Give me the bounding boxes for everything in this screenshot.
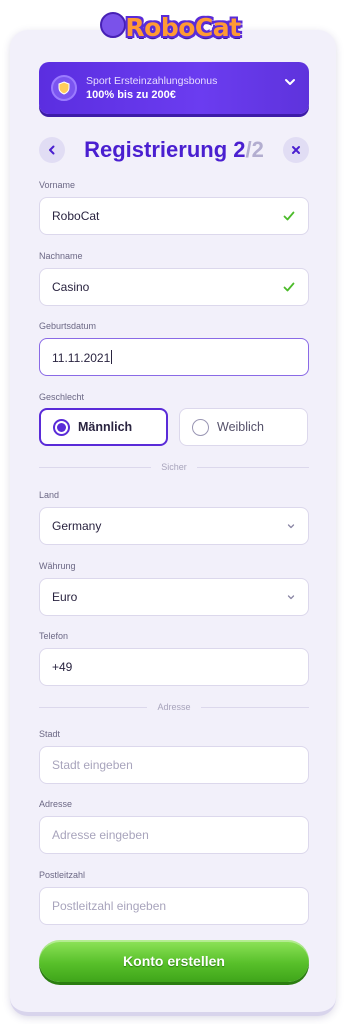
birthdate-label: Geburtsdatum — [39, 321, 97, 331]
step-header: Registrierung 2/2 — [39, 136, 309, 164]
gender-label: Geschlecht — [39, 392, 85, 402]
address-divider: Adresse — [39, 701, 309, 713]
chevron-down-icon[interactable] — [283, 75, 297, 89]
first-name-label: Vorname — [39, 180, 76, 190]
create-account-button[interactable]: Konto erstellen — [39, 940, 309, 982]
gender-female-label: Weiblich — [217, 420, 265, 434]
gender-female-option[interactable]: Weiblich — [179, 408, 308, 446]
city-placeholder: Stadt eingeben — [52, 758, 133, 772]
secure-divider-label: Sicher — [161, 462, 187, 472]
currency-value: Euro — [52, 590, 78, 604]
country-value: Germany — [52, 519, 102, 533]
zip-label: Postleitzahl — [39, 870, 86, 880]
secure-divider: Sicher — [39, 461, 310, 473]
last-name-label: Nachname — [39, 251, 83, 261]
robot-icon — [100, 12, 126, 38]
gender-male-option[interactable]: Männlich — [39, 408, 168, 446]
address-placeholder: Adresse eingeben — [52, 828, 149, 842]
radio-selected-icon — [53, 418, 70, 436]
address-label: Adresse — [39, 799, 73, 809]
close-button[interactable] — [283, 137, 309, 163]
text-cursor — [111, 349, 113, 364]
check-icon — [283, 211, 295, 221]
first-name-field[interactable]: RoboCat — [39, 197, 309, 235]
city-field[interactable]: Stadt eingeben — [39, 746, 309, 784]
gender-male-label: Männlich — [78, 420, 133, 434]
address-divider-label: Adresse — [157, 702, 191, 712]
phone-value: +49 — [52, 660, 73, 674]
shield-icon — [51, 75, 77, 101]
currency-label: Währung — [39, 561, 76, 571]
country-label: Land — [39, 490, 60, 500]
birthdate-field[interactable]: 11.11.2021 — [39, 338, 309, 376]
bonus-title: Sport Ersteinzahlungsbonus — [86, 75, 218, 87]
phone-label: Telefon — [39, 631, 69, 641]
page-title-total: /2 — [245, 137, 264, 162]
robocat-logo: RoboCat — [92, 4, 256, 50]
page-title: Registrierung 2/2 — [39, 136, 309, 164]
bonus-amount: 100% bis zu 200€ — [86, 89, 176, 101]
logo-text: RoboCat — [125, 12, 241, 42]
page-title-step: Registrierung 2 — [84, 137, 246, 162]
radio-unselected-icon — [192, 418, 209, 436]
city-label: Stadt — [39, 729, 61, 739]
phone-field[interactable]: +49 — [39, 648, 309, 686]
address-field[interactable]: Adresse eingeben — [39, 816, 309, 854]
zip-field[interactable]: Postleitzahl eingeben — [39, 887, 309, 925]
currency-select[interactable]: Euro — [39, 578, 309, 616]
chevron-down-icon — [287, 524, 295, 529]
last-name-field[interactable]: Casino — [39, 268, 309, 306]
close-icon — [292, 146, 300, 154]
country-select[interactable]: Germany — [39, 507, 309, 545]
bonus-banner[interactable]: Sport Ersteinzahlungsbonus 100% bis zu 2… — [39, 62, 309, 114]
last-name-value: Casino — [52, 280, 90, 294]
first-name-value: RoboCat — [52, 209, 100, 223]
zip-placeholder: Postleitzahl eingeben — [52, 899, 167, 913]
check-icon — [283, 282, 295, 292]
chevron-down-icon — [287, 595, 295, 600]
birthdate-value: 11.11.2021 — [52, 350, 111, 365]
